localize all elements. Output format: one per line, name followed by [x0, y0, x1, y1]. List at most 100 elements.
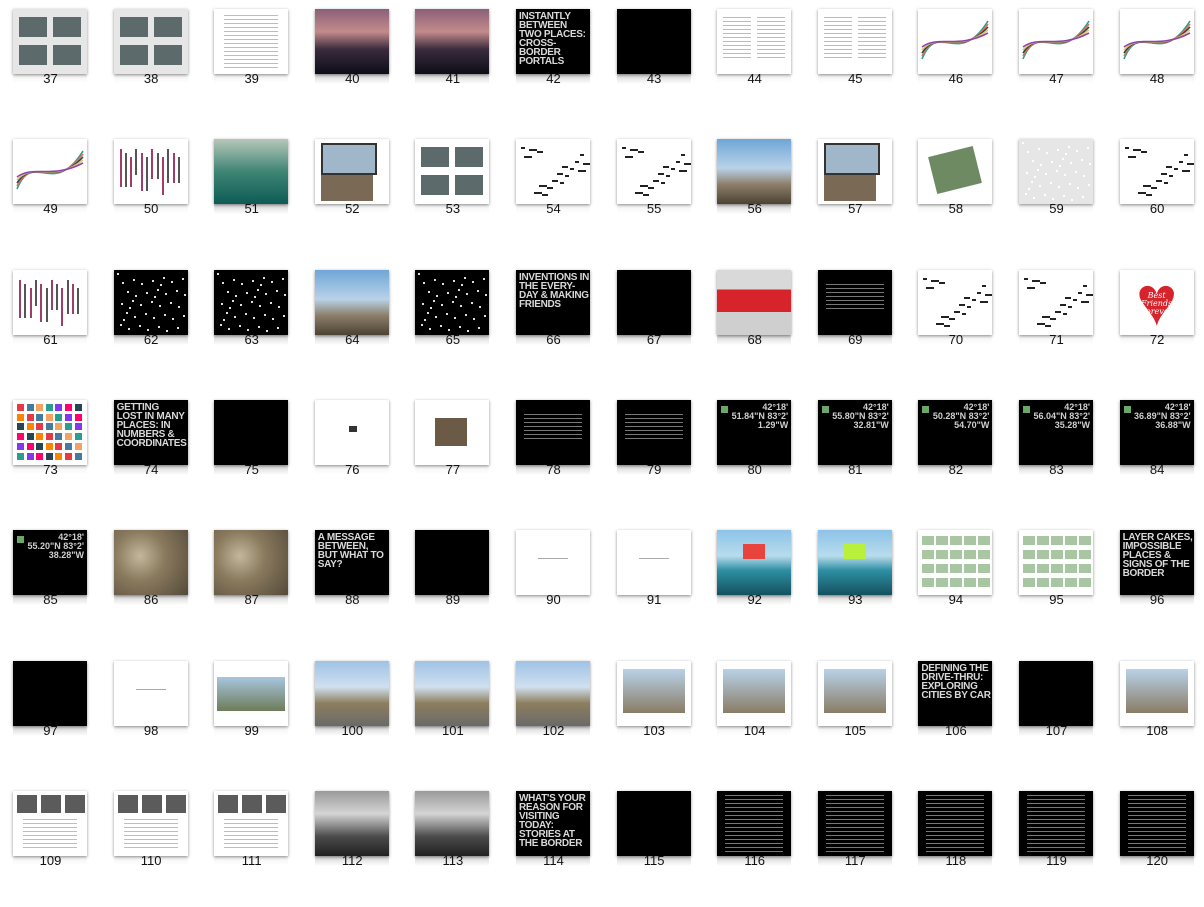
slide-thumbnail[interactable]: 95: [1006, 521, 1107, 646]
slide-preview[interactable]: [516, 530, 590, 596]
slide-thumbnail[interactable]: 78: [503, 391, 604, 516]
slide-thumbnail[interactable]: 42°18' 55.20"N 83°2' 38.28"W 85: [0, 521, 101, 646]
slide-thumbnail[interactable]: 64: [302, 261, 403, 386]
slide-thumbnail[interactable]: 116: [704, 782, 805, 907]
slide-preview[interactable]: [1019, 530, 1093, 596]
slide-thumbnail[interactable]: ♥ Best Friends Forever Windsor · Detroit 72: [1107, 261, 1204, 386]
slide-thumbnail[interactable]: 60: [1107, 130, 1204, 255]
slide-thumbnail[interactable]: 86: [101, 521, 202, 646]
slide-thumbnail[interactable]: 40: [302, 0, 403, 125]
slide-preview[interactable]: [314, 9, 389, 74]
slide-preview[interactable]: [717, 790, 792, 856]
slide-preview[interactable]: [1019, 9, 1093, 74]
slide-preview[interactable]: [415, 399, 490, 465]
slide-thumbnail[interactable]: 39: [201, 0, 302, 125]
slide-thumbnail[interactable]: A MESSAGE BETWEEN, BUT WHAT TO SAY? 88: [302, 521, 403, 646]
slide-preview[interactable]: [13, 269, 87, 335]
slide-thumbnail[interactable]: 70: [905, 261, 1006, 386]
slide-preview[interactable]: [817, 269, 892, 335]
slide-thumbnail[interactable]: 62: [101, 261, 202, 386]
slide-preview[interactable]: [1019, 790, 1093, 856]
slide-preview[interactable]: [415, 269, 490, 335]
slide-thumbnail[interactable]: 46: [905, 0, 1006, 125]
slide-thumbnail[interactable]: 118: [905, 782, 1006, 907]
slide-thumbnail[interactable]: 49: [0, 130, 101, 255]
slide-preview[interactable]: [717, 530, 792, 596]
slide-preview[interactable]: [415, 790, 490, 856]
slide-preview[interactable]: [717, 139, 792, 205]
slide-thumbnail[interactable]: 55: [604, 130, 705, 255]
slide-thumbnail[interactable]: 54: [503, 130, 604, 255]
slide-thumbnail[interactable]: 42°18' 56.04"N 83°2' 35.28"W 83: [1006, 391, 1107, 516]
slide-preview[interactable]: [214, 790, 289, 856]
slide-thumbnail[interactable]: 42°18' 55.80"N 83°2' 32.81"W 81: [805, 391, 906, 516]
slide-preview[interactable]: [13, 790, 87, 856]
slide-preview[interactable]: [113, 530, 188, 596]
slide-thumbnail[interactable]: 50: [101, 130, 202, 255]
slide-thumbnail[interactable]: 111: [201, 782, 302, 907]
slide-preview[interactable]: [1119, 660, 1194, 726]
slide-preview[interactable]: [616, 530, 691, 596]
slide-thumbnail[interactable]: 87: [201, 521, 302, 646]
slide-thumbnail[interactable]: 117: [805, 782, 906, 907]
slide-thumbnail[interactable]: 48: [1107, 0, 1204, 125]
slide-preview[interactable]: [918, 790, 993, 856]
slide-thumbnail[interactable]: 75: [201, 391, 302, 516]
slide-preview[interactable]: [13, 399, 87, 465]
slide-preview[interactable]: [314, 790, 389, 856]
slide-preview[interactable]: 42°18' 55.20"N 83°2' 38.28"W: [13, 530, 87, 596]
slide-preview[interactable]: [717, 9, 792, 74]
slide-preview[interactable]: [717, 269, 792, 335]
slide-preview[interactable]: [1019, 660, 1093, 726]
slide-thumbnail[interactable]: INSTANTLY BETWEEN TWO PLACES: CROSS-BORD…: [503, 0, 604, 125]
slide-preview[interactable]: [314, 399, 389, 465]
slide-preview[interactable]: [817, 139, 892, 205]
slide-thumbnail[interactable]: 69: [805, 261, 906, 386]
slide-preview[interactable]: [214, 660, 289, 726]
slide-thumbnail[interactable]: 45: [805, 0, 906, 125]
slide-preview[interactable]: [1119, 9, 1194, 74]
slide-preview[interactable]: [918, 269, 993, 335]
slide-preview[interactable]: [113, 9, 188, 74]
slide-preview[interactable]: [13, 139, 87, 205]
slide-preview[interactable]: 42°18' 50.28"N 83°2' 54.70"W: [918, 399, 993, 465]
slide-preview[interactable]: [1119, 790, 1194, 856]
slide-thumbnail[interactable]: 94: [905, 521, 1006, 646]
slide-thumbnail[interactable]: 115: [604, 782, 705, 907]
slide-preview[interactable]: INSTANTLY BETWEEN TWO PLACES: CROSS-BORD…: [516, 9, 590, 74]
slide-preview[interactable]: [113, 790, 188, 856]
slide-preview[interactable]: INVENTIONS IN THE EVERY-DAY & MAKING FRI…: [516, 269, 590, 335]
slide-thumbnail[interactable]: 113: [402, 782, 503, 907]
slide-thumbnail[interactable]: 42°18' 51.84"N 83°2' 1.29"W 80: [704, 391, 805, 516]
slide-thumbnail[interactable]: 57: [805, 130, 906, 255]
slide-thumbnail[interactable]: 51: [201, 130, 302, 255]
slide-thumbnail[interactable]: 105: [805, 652, 906, 777]
slide-thumbnail[interactable]: 110: [101, 782, 202, 907]
slide-thumbnail[interactable]: 119: [1006, 782, 1107, 907]
slide-thumbnail[interactable]: 59: [1006, 130, 1107, 255]
slide-preview[interactable]: [817, 790, 892, 856]
slide-thumbnail[interactable]: 47: [1006, 0, 1107, 125]
slide-preview[interactable]: [918, 9, 993, 74]
slide-thumbnail[interactable]: 97: [0, 652, 101, 777]
slide-preview[interactable]: [717, 660, 792, 726]
slide-preview[interactable]: [214, 399, 289, 465]
slide-preview[interactable]: GETTING LOST IN MANY PLACES: IN NUMBERS …: [113, 399, 188, 465]
slide-thumbnail[interactable]: 108: [1107, 652, 1204, 777]
slide-preview[interactable]: 42°18' 55.80"N 83°2' 32.81"W: [817, 399, 892, 465]
slide-thumbnail[interactable]: 112: [302, 782, 403, 907]
slide-thumbnail[interactable]: 42°18' 36.89"N 83°2' 36.88"W 84: [1107, 391, 1204, 516]
slide-thumbnail[interactable]: 100: [302, 652, 403, 777]
slide-preview[interactable]: 42°18' 36.89"N 83°2' 36.88"W: [1119, 399, 1194, 465]
slide-preview[interactable]: [616, 660, 691, 726]
slide-thumbnail[interactable]: 67: [604, 261, 705, 386]
slide-thumbnail[interactable]: 43: [604, 0, 705, 125]
slide-thumbnail[interactable]: 71: [1006, 261, 1107, 386]
slide-preview[interactable]: [516, 399, 590, 465]
slide-thumbnail[interactable]: 53: [402, 130, 503, 255]
slide-preview[interactable]: [13, 660, 87, 726]
slide-preview[interactable]: [817, 530, 892, 596]
slide-thumbnail[interactable]: 38: [101, 0, 202, 125]
slide-thumbnail[interactable]: 44: [704, 0, 805, 125]
slide-thumbnail[interactable]: DEFINING THE DRIVE-THRU: EXPLORING CITIE…: [905, 652, 1006, 777]
